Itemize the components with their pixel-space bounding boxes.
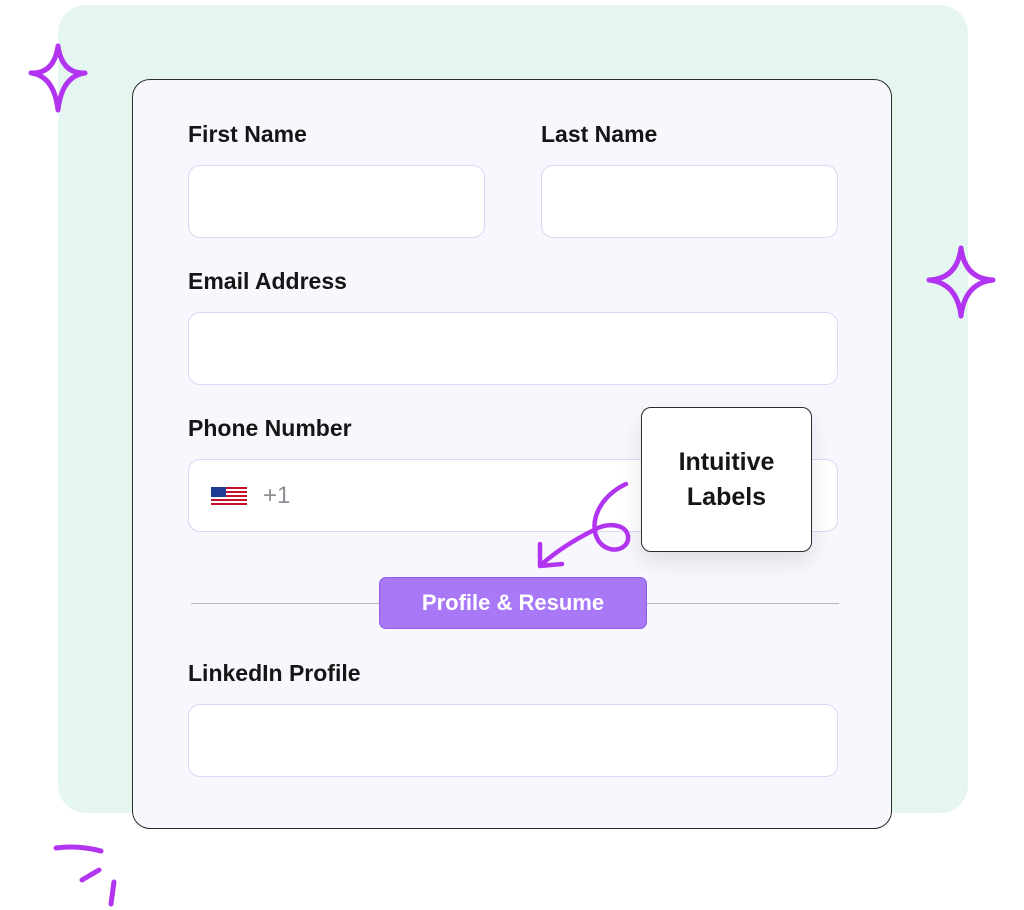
intuitive-labels-callout: Intuitive Labels [641, 407, 812, 552]
last-name-input[interactable] [541, 165, 838, 238]
squiggle-arrow-icon [537, 481, 631, 569]
us-flag-icon [211, 486, 247, 505]
first-name-label: First Name [188, 121, 307, 147]
scribble-marks-icon [53, 844, 117, 907]
phone-country-selector[interactable]: +1 [211, 482, 290, 510]
sparkle-icon [926, 245, 996, 319]
email-input[interactable] [188, 312, 838, 385]
sparkle-icon [28, 43, 88, 113]
phone-label: Phone Number [188, 415, 352, 441]
email-label: Email Address [188, 268, 347, 294]
phone-dial-code: +1 [263, 481, 291, 509]
linkedin-input[interactable] [188, 704, 838, 777]
callout-line-2: Labels [686, 482, 767, 511]
last-name-label: Last Name [541, 121, 658, 147]
first-name-input[interactable] [188, 165, 485, 238]
section-header-profile-resume: Profile & Resume [379, 577, 647, 629]
linkedin-label: LinkedIn Profile [188, 660, 361, 686]
callout-line-1: Intuitive [678, 447, 775, 476]
